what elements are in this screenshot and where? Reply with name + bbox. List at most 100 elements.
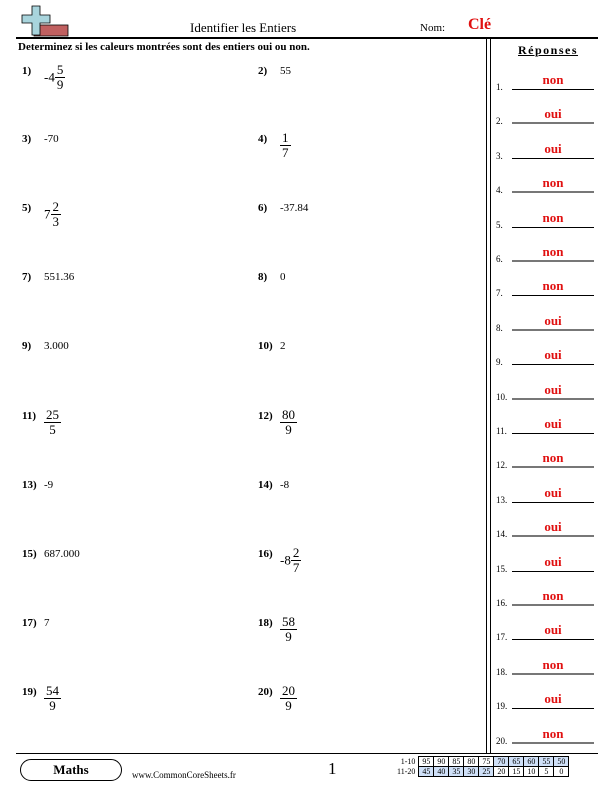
question-value: 25 5 <box>44 408 61 437</box>
fraction: 58 9 <box>280 615 297 644</box>
answer-number: 19. <box>496 701 508 712</box>
question-value: -37.84 <box>280 202 309 214</box>
answer-number: 13. <box>496 494 508 505</box>
answer-row: 19. oui <box>496 691 596 711</box>
question-value: 17 <box>280 131 291 160</box>
question-number: 6) <box>258 202 268 214</box>
answer-number: 16. <box>496 598 508 608</box>
score-cell: 5 <box>538 766 555 777</box>
question-number: 14) <box>258 479 273 491</box>
numerator: 5 <box>54 62 66 78</box>
question-number: 3) <box>22 133 32 145</box>
question-value: 7 <box>44 617 50 629</box>
fraction: 59 <box>54 62 66 92</box>
fraction: 80 9 <box>280 408 297 437</box>
score-row-label: 11-20 <box>397 767 416 776</box>
answer-line <box>512 570 594 572</box>
question-number: 5) <box>22 202 32 214</box>
answer-row: 20. non <box>496 726 596 746</box>
answer-number: 20. <box>496 735 508 746</box>
answer-line <box>512 226 594 228</box>
score-row-label: 1-10 <box>400 757 416 766</box>
numerator: 20 <box>280 683 297 699</box>
answer-line <box>512 295 594 297</box>
question-number: 13) <box>22 479 37 491</box>
answer-line <box>512 466 594 469</box>
fraction: 25 5 <box>44 408 61 437</box>
score-cell: 75 <box>478 756 495 767</box>
question-number: 15) <box>22 548 37 560</box>
question-value: 54 9 <box>44 684 61 713</box>
question-value: 723 <box>44 200 61 229</box>
numerator: 80 <box>280 407 297 423</box>
answer-line <box>512 364 594 366</box>
name-label: Nom: <box>420 22 446 34</box>
answer-row: 1. non <box>496 72 596 92</box>
answer-row: 5. non <box>496 210 596 230</box>
score-cell: 0 <box>553 766 570 777</box>
answer-value: non <box>542 278 564 294</box>
answer-value: oui <box>544 416 562 431</box>
subject-badge: Maths <box>20 759 122 781</box>
question-number: 19) <box>22 686 37 698</box>
answer-line <box>512 191 594 194</box>
fraction: 54 9 <box>44 684 61 713</box>
answer-value: oui <box>544 312 562 328</box>
header-divider <box>16 37 598 39</box>
answer-value: non <box>542 588 564 603</box>
question-value: -70 <box>44 133 59 145</box>
website-link[interactable]: www.CommonCoreSheets.fr <box>132 770 236 780</box>
answer-line <box>512 535 594 538</box>
numerator: 2 <box>50 199 61 215</box>
answer-row: 8. oui <box>496 313 596 333</box>
answer-value: oui <box>544 140 562 156</box>
logo-icon <box>21 5 69 37</box>
denominator: 7 <box>292 560 300 575</box>
answer-value: oui <box>544 106 562 122</box>
answer-number: 15. <box>496 563 508 574</box>
answer-line <box>512 260 594 262</box>
score-cell: 95 <box>418 756 435 767</box>
score-cell: 80 <box>463 756 480 767</box>
question-value: 2 <box>280 340 286 352</box>
page-number: 1 <box>328 759 337 778</box>
answer-row: 18. non <box>496 657 596 677</box>
answer-row: 13. oui <box>496 485 596 505</box>
numerator: 25 <box>44 407 61 423</box>
answer-value: oui <box>544 622 562 638</box>
question-number: 7) <box>22 271 32 283</box>
answer-value: non <box>542 656 564 672</box>
question-number: 4) <box>258 133 268 145</box>
answer-value: oui <box>544 484 562 500</box>
answer-value: non <box>542 209 564 225</box>
fraction: 20 9 <box>280 684 297 713</box>
question-number: 1) <box>22 65 32 77</box>
instructions: Determinez si les caleurs montrées sont … <box>18 41 310 53</box>
column-divider <box>490 39 491 753</box>
answer-number: 14. <box>496 529 508 540</box>
fraction: 17 <box>280 131 291 160</box>
whole-part: -8 <box>280 552 291 568</box>
answer-number: 12. <box>496 460 508 471</box>
answer-line <box>512 639 594 641</box>
answer-value: non <box>542 725 564 741</box>
answer-value: oui <box>544 347 562 363</box>
question-value: 687.000 <box>44 548 80 560</box>
denominator: 3 <box>52 214 60 229</box>
answer-value: non <box>542 450 564 466</box>
answer-number: 9. <box>496 357 503 368</box>
denominator: 7 <box>282 145 289 160</box>
answer-row: 11. oui <box>496 416 596 436</box>
answer-number: 17. <box>496 632 508 643</box>
question-value: 551.36 <box>44 271 75 283</box>
answer-value: non <box>542 175 564 191</box>
question-value: -9 <box>44 479 54 491</box>
answer-row: 17. oui <box>496 622 596 642</box>
answer-row: 4. non <box>496 175 596 195</box>
numerator: 58 <box>280 614 297 630</box>
score-row: 11-20 45 40 35 30 25 20 15 10 5 0 <box>395 766 570 777</box>
score-cell: 55 <box>538 756 555 767</box>
question-value: -8 2 7 <box>280 546 302 575</box>
question-number: 10) <box>258 340 273 352</box>
question-number: 20) <box>258 686 273 698</box>
